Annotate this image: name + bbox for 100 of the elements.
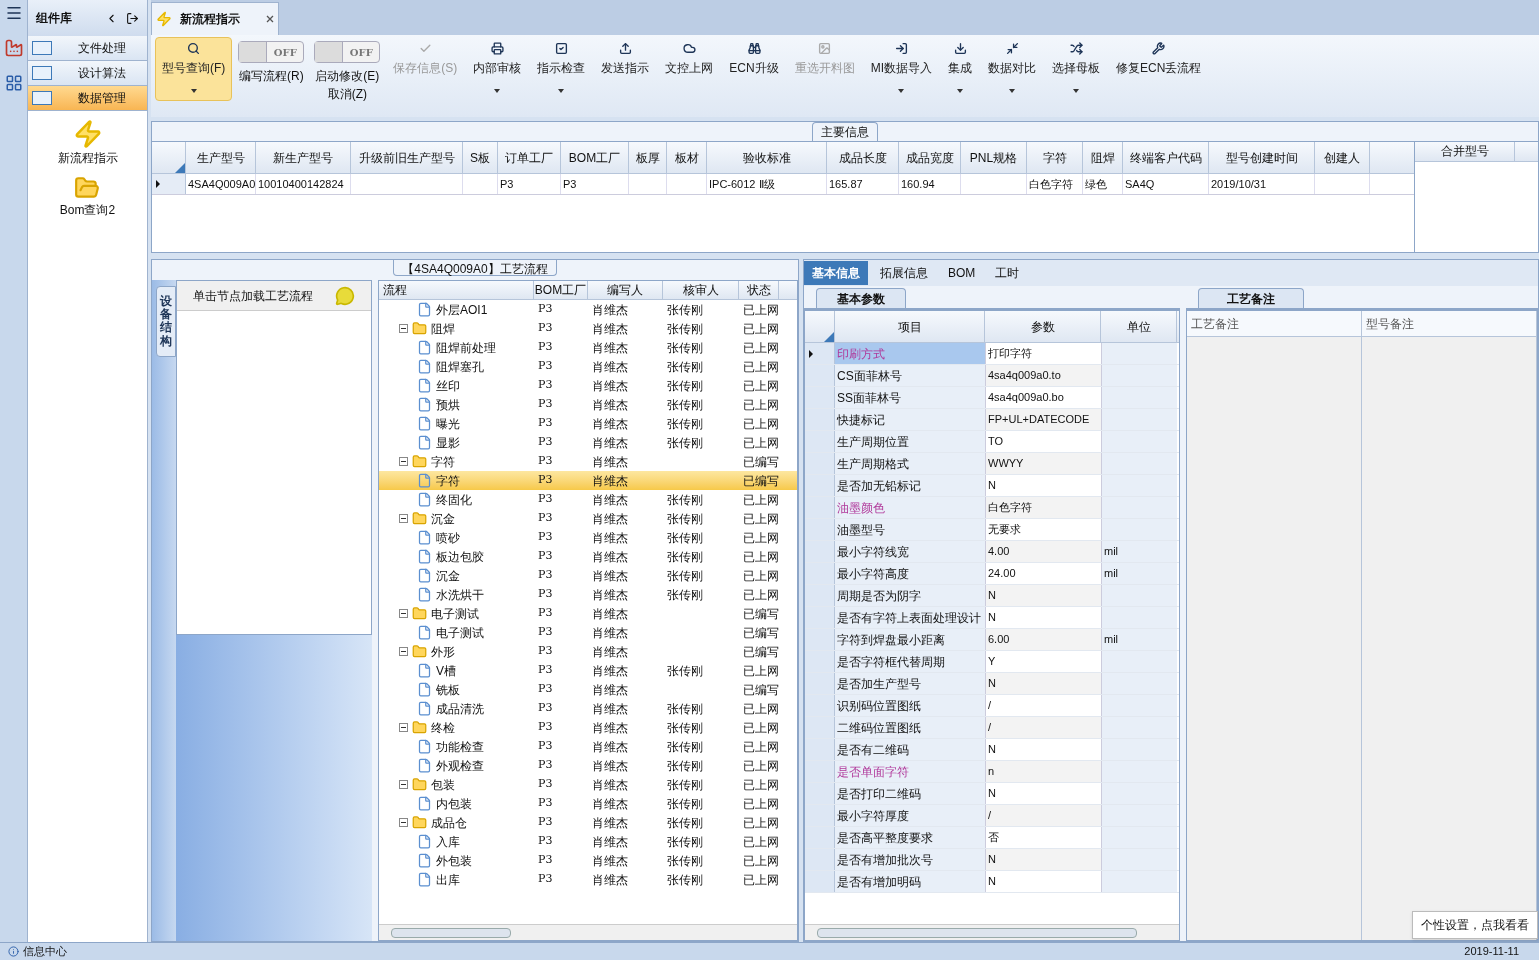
row-header[interactable] bbox=[805, 519, 835, 540]
row-header[interactable] bbox=[805, 673, 835, 694]
tree-row[interactable]: 阻焊 P3 肖维杰 张传刚 已上网 bbox=[379, 319, 797, 338]
toolbar-button[interactable]: 发送指示 bbox=[594, 37, 657, 101]
row-header[interactable] bbox=[805, 497, 835, 518]
row-header[interactable] bbox=[805, 849, 835, 870]
column-header[interactable]: 字符 bbox=[1027, 142, 1083, 173]
column-header[interactable]: 状态 bbox=[739, 281, 779, 299]
row-header[interactable] bbox=[805, 563, 835, 584]
tree-row[interactable]: 功能检查 P3 肖维杰 张传刚 已上网 bbox=[379, 737, 797, 756]
toolbar-button[interactable]: 修复ECN丢流程 bbox=[1109, 37, 1209, 101]
tree-row[interactable]: 电子测试 P3 肖维杰 已编写 bbox=[379, 623, 797, 642]
factory-icon[interactable] bbox=[3, 38, 24, 58]
toolbar-button[interactable]: 集成 bbox=[941, 37, 979, 101]
column-header[interactable]: 成品宽度 bbox=[899, 142, 961, 173]
horizontal-scrollbar[interactable] bbox=[805, 924, 1179, 940]
launcher-item[interactable]: Bom查询2 bbox=[59, 175, 116, 219]
tree-row[interactable]: 预烘 P3 肖维杰 张传刚 已上网 bbox=[379, 395, 797, 414]
column-header[interactable]: 成品长度 bbox=[827, 142, 899, 173]
toolbar-button[interactable]: 指示检查 bbox=[530, 37, 593, 101]
tree-row[interactable]: 沉金 P3 肖维杰 张传刚 已上网 bbox=[379, 509, 797, 528]
tree-row[interactable]: 曝光 P3 肖维杰 张传刚 已上网 bbox=[379, 414, 797, 433]
toolbar-button[interactable]: MI数据导入 bbox=[863, 37, 939, 101]
launcher-item[interactable]: 新流程指示 bbox=[57, 119, 118, 167]
tree-row[interactable]: 外包装 P3 肖维杰 张传刚 已上网 bbox=[379, 851, 797, 870]
toolbar-button[interactable]: 型号查询(F) bbox=[155, 37, 233, 101]
detail-tab[interactable]: 基本信息 bbox=[804, 261, 868, 285]
close-icon[interactable] bbox=[266, 15, 274, 23]
tree-row[interactable]: 显影 P3 肖维杰 张传刚 已上网 bbox=[379, 433, 797, 452]
section-tab[interactable]: 基本参数 bbox=[816, 288, 906, 308]
column-header[interactable]: 参数 bbox=[985, 311, 1101, 342]
detail-tab[interactable]: 拓展信息 bbox=[872, 261, 936, 285]
column-header[interactable]: 生产型号 bbox=[186, 142, 256, 173]
column-header[interactable]: 终端客户代码 bbox=[1123, 142, 1209, 173]
tree-row[interactable]: 终固化 P3 肖维杰 张传刚 已上网 bbox=[379, 490, 797, 509]
column-header[interactable]: 板厚 bbox=[629, 142, 667, 173]
collapse-icon[interactable] bbox=[399, 514, 408, 523]
row-header[interactable] bbox=[805, 871, 835, 892]
menu-icon[interactable] bbox=[4, 4, 23, 22]
collapse-icon[interactable] bbox=[399, 780, 408, 789]
tree-row[interactable]: 喷砂 P3 肖维杰 张传刚 已上网 bbox=[379, 528, 797, 547]
row-header[interactable] bbox=[805, 805, 835, 826]
sidebar-item[interactable]: 设计算法 bbox=[28, 61, 147, 86]
row-header[interactable] bbox=[805, 761, 835, 782]
horizontal-scrollbar[interactable] bbox=[379, 924, 797, 940]
tree-row[interactable]: 包装 P3 肖维杰 张传刚 已上网 bbox=[379, 775, 797, 794]
detail-tab[interactable]: BOM bbox=[940, 261, 984, 285]
toggle-switch[interactable]: OFF bbox=[238, 41, 305, 63]
row-header[interactable] bbox=[805, 717, 835, 738]
tree-row[interactable]: 外形 P3 肖维杰 已编写 bbox=[379, 642, 797, 661]
column-header[interactable]: PNL规格 bbox=[961, 142, 1027, 173]
tree-row[interactable]: 内包装 P3 肖维杰 张传刚 已上网 bbox=[379, 794, 797, 813]
toolbar-button[interactable]: 文控上网 bbox=[658, 37, 721, 101]
tooltip[interactable]: 个性设置，点我看看 bbox=[1412, 911, 1538, 939]
row-header[interactable] bbox=[805, 453, 835, 474]
tree-row[interactable]: 出库 P3 肖维杰 张传刚 已上网 bbox=[379, 870, 797, 889]
row-header[interactable] bbox=[805, 651, 835, 672]
sidebar-item[interactable]: 数据管理 bbox=[28, 86, 147, 111]
tree-row[interactable]: 铣板 P3 肖维杰 已编写 bbox=[379, 680, 797, 699]
side-tab[interactable]: 设备结构 bbox=[156, 286, 176, 357]
row-header[interactable] bbox=[805, 585, 835, 606]
row-header[interactable] bbox=[805, 827, 835, 848]
tree-row[interactable]: V槽 P3 肖维杰 张传刚 已上网 bbox=[379, 661, 797, 680]
column-header[interactable]: 阻焊 bbox=[1083, 142, 1123, 173]
collapse-icon[interactable] bbox=[399, 723, 408, 732]
tree-row[interactable]: 板边包胶 P3 肖维杰 张传刚 已上网 bbox=[379, 547, 797, 566]
row-header[interactable] bbox=[805, 695, 835, 716]
column-header[interactable]: BOM工厂 bbox=[534, 281, 588, 299]
column-header[interactable]: 创建人 bbox=[1315, 142, 1370, 173]
tree-row[interactable]: 成品清洗 P3 肖维杰 张传刚 已上网 bbox=[379, 699, 797, 718]
tree-row[interactable]: 水洗烘干 P3 肖维杰 张传刚 已上网 bbox=[379, 585, 797, 604]
tree-row[interactable]: 字符 P3 肖维杰 已编写 bbox=[379, 471, 797, 490]
row-header[interactable] bbox=[805, 431, 835, 452]
tree-row[interactable]: 终检 P3 肖维杰 张传刚 已上网 bbox=[379, 718, 797, 737]
collapse-icon[interactable] bbox=[399, 457, 408, 466]
column-header[interactable]: 验收标准 bbox=[707, 142, 827, 173]
row-header[interactable] bbox=[805, 607, 835, 628]
collapse-icon[interactable] bbox=[399, 324, 408, 333]
collapse-icon[interactable] bbox=[399, 647, 408, 656]
tree-row[interactable]: 字符 P3 肖维杰 已编写 bbox=[379, 452, 797, 471]
toolbar-button[interactable]: 选择母板 bbox=[1045, 37, 1107, 101]
toggle-switch[interactable]: OFF bbox=[314, 41, 381, 63]
sidebar-item[interactable]: 文件处理 bbox=[28, 36, 147, 61]
row-header[interactable] bbox=[805, 387, 835, 408]
toolbar-button[interactable]: 内部审核 bbox=[466, 37, 529, 101]
row-header[interactable] bbox=[805, 343, 835, 364]
row-header[interactable] bbox=[805, 541, 835, 562]
row-header[interactable] bbox=[805, 783, 835, 804]
collapse-icon[interactable] bbox=[399, 609, 408, 618]
row-header[interactable] bbox=[805, 629, 835, 650]
column-header[interactable]: 单位 bbox=[1101, 311, 1177, 342]
tree-row[interactable]: 外观检查 P3 肖维杰 张传刚 已上网 bbox=[379, 756, 797, 775]
tree-row[interactable]: 阻焊塞孔 P3 肖维杰 张传刚 已上网 bbox=[379, 357, 797, 376]
row-header[interactable] bbox=[805, 739, 835, 760]
tree-row[interactable]: 电子测试 P3 肖维杰 已编写 bbox=[379, 604, 797, 623]
document-tab[interactable]: 新流程指示 bbox=[151, 2, 279, 35]
tree-row[interactable]: 成品仓 P3 肖维杰 张传刚 已上网 bbox=[379, 813, 797, 832]
grid-icon[interactable] bbox=[4, 74, 23, 92]
row-header[interactable] bbox=[805, 475, 835, 496]
column-header[interactable]: 核审人 bbox=[663, 281, 739, 299]
